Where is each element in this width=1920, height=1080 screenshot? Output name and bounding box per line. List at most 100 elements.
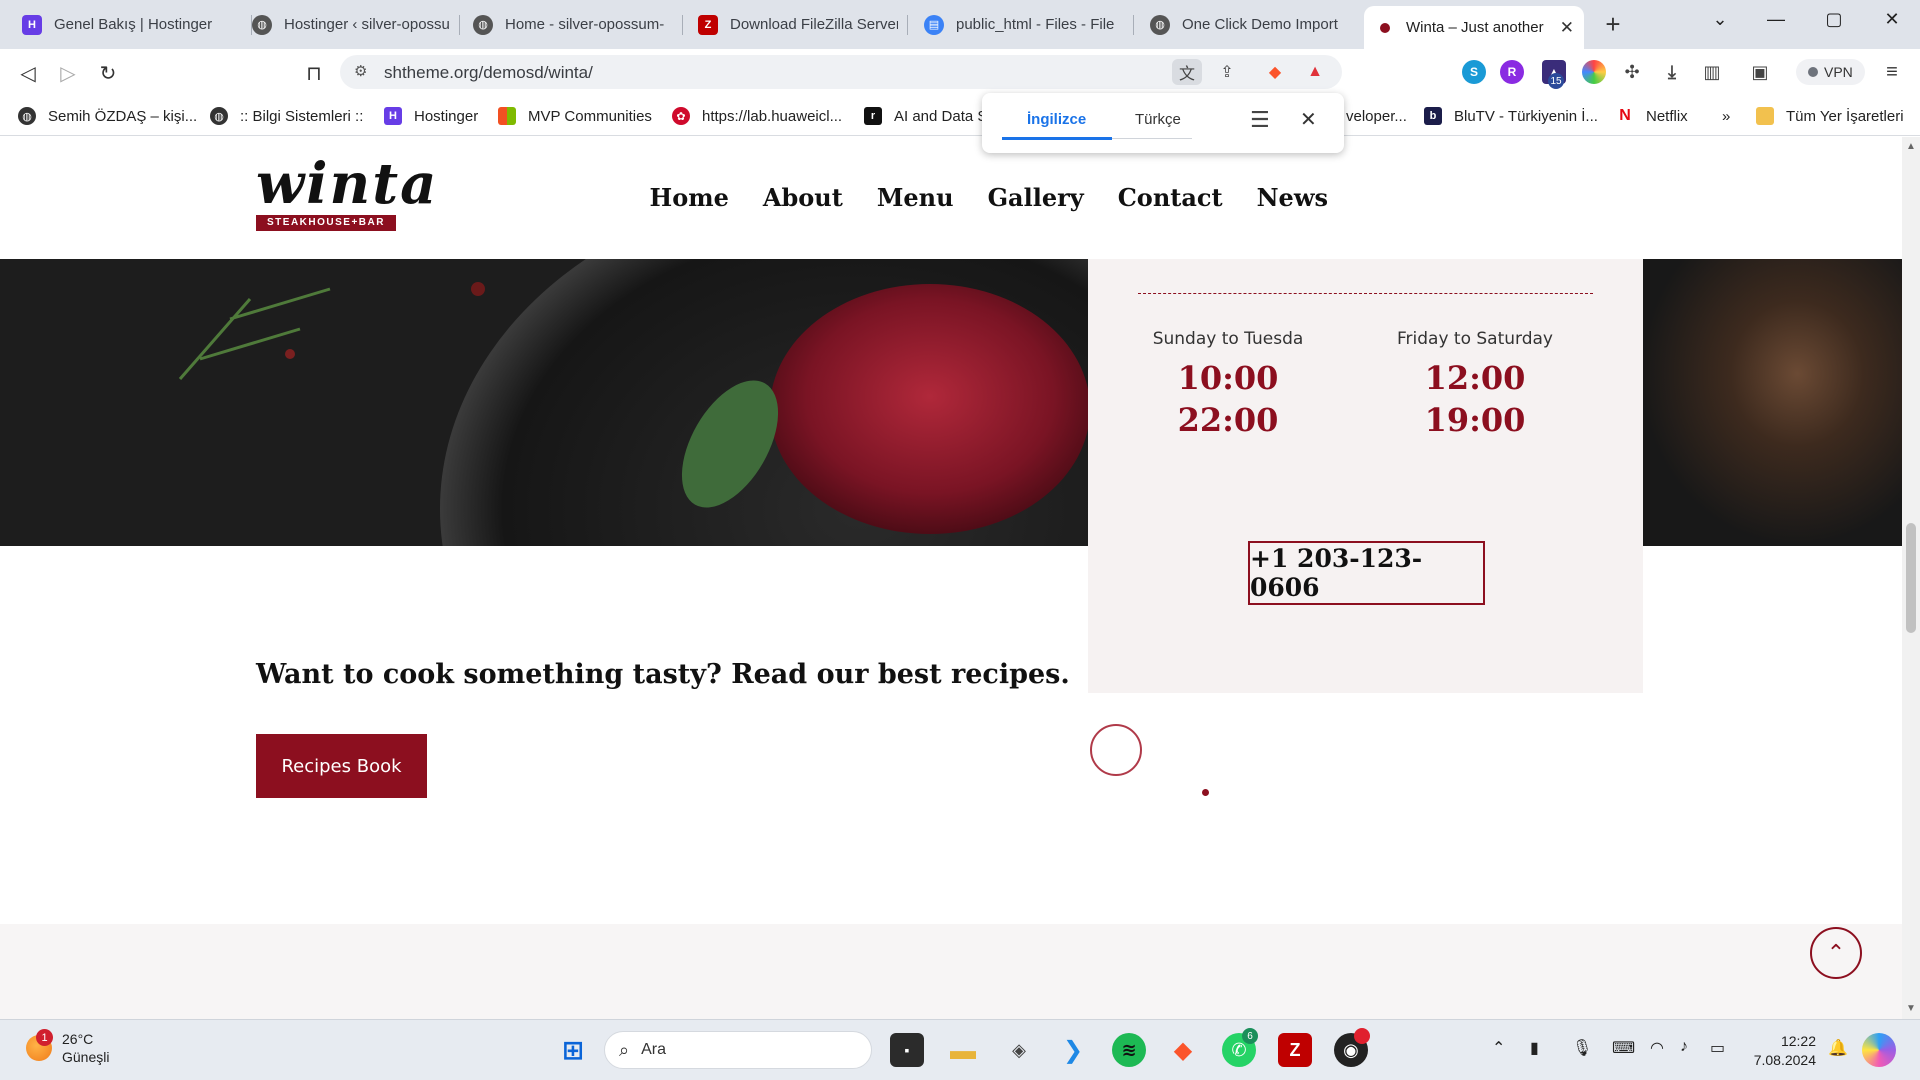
tab-winta[interactable]: Winta – Just another ✕: [1364, 6, 1584, 49]
nav-menu[interactable]: Menu: [877, 183, 954, 212]
url-text[interactable]: shtheme.org/demosd/winta/: [384, 63, 593, 83]
page-scrollbar[interactable]: ▲ ▼: [1902, 137, 1920, 1019]
keyboard-icon[interactable]: ⌨: [1612, 1038, 1635, 1058]
maximize-button[interactable]: ▢: [1814, 8, 1854, 30]
bookmark-item[interactable]: ◍ Semih ÖZDAŞ – kişi...: [18, 104, 197, 128]
bookmark-item[interactable]: H Hostinger: [384, 104, 478, 128]
close-tab-icon[interactable]: ✕: [1560, 18, 1574, 38]
sidebar-icon[interactable]: ▥: [1700, 60, 1724, 84]
windows-start-icon[interactable]: ⊞: [556, 1033, 590, 1067]
clock-date: 7.08.2024: [1753, 1052, 1816, 1068]
forward-icon[interactable]: ▷: [54, 59, 82, 87]
tab-search-button[interactable]: ⌄: [1700, 8, 1740, 30]
tab-hostinger-silver[interactable]: ◍ Hostinger ‹ silver-opossu: [242, 6, 460, 43]
notifications-icon[interactable]: 🔔: [1828, 1038, 1848, 1058]
menu-icon[interactable]: ≡: [1880, 60, 1904, 84]
bookmark-item[interactable]: ✿ https://lab.huaweicl...: [672, 104, 842, 128]
language-option-target[interactable]: Türkçe: [1135, 111, 1181, 128]
scroll-to-top-button[interactable]: ⌃: [1810, 927, 1862, 979]
search-placeholder: Ara: [641, 1041, 666, 1058]
notification-badge: 1: [36, 1029, 53, 1046]
all-bookmarks-folder[interactable]: Tüm Yer İşaretleri: [1756, 104, 1904, 128]
hostinger-icon: H: [22, 14, 42, 35]
scrollbar-thumb[interactable]: [1906, 523, 1916, 633]
microphone-icon[interactable]: 🎙: [1572, 1038, 1592, 1058]
close-icon[interactable]: ✕: [1300, 107, 1317, 132]
spotify-icon[interactable]: ≋: [1112, 1033, 1146, 1067]
weather-widget[interactable]: 1 26°C Güneşli: [26, 1029, 109, 1066]
scroll-up-arrow-icon[interactable]: ▲: [1906, 141, 1916, 152]
translate-icon[interactable]: 文: [1172, 59, 1202, 85]
folder-icon: [1756, 107, 1774, 125]
hours-column: Friday to Saturday 12:00 19:00: [1365, 329, 1585, 441]
wallet-icon[interactable]: ▣: [1748, 60, 1772, 84]
scroll-down-arrow-icon[interactable]: ▼: [1906, 1003, 1916, 1014]
volume-icon[interactable]: ♪: [1680, 1038, 1688, 1056]
tab-hostinger-overview[interactable]: H Genel Bakış | Hostinger: [12, 6, 252, 43]
brave-icon[interactable]: ◆: [1166, 1033, 1200, 1067]
microsoft-icon: [498, 107, 516, 125]
tab-home-silver[interactable]: ◍ Home - silver-opossum-: [463, 6, 683, 43]
nav-news[interactable]: News: [1257, 183, 1328, 212]
vpn-label: VPN: [1824, 64, 1853, 80]
reload-icon[interactable]: ↻: [94, 59, 122, 87]
browser-tab-strip: H Genel Bakış | Hostinger ◍ Hostinger ‹ …: [0, 0, 1920, 49]
language-option-source[interactable]: İngilizce: [1027, 111, 1086, 128]
bookmark-item[interactable]: b BluTV - Türkiyenin İ...: [1424, 104, 1598, 128]
vpn-button[interactable]: VPN: [1796, 59, 1865, 85]
minimize-button[interactable]: —: [1756, 8, 1796, 30]
tab-label: Hostinger ‹ silver-opossu: [284, 16, 450, 33]
extension-icon[interactable]: S: [1462, 60, 1486, 84]
site-logo[interactable]: winta STEAKHOUSE+BAR: [256, 155, 436, 231]
tab-filezilla-download[interactable]: Z Download FileZilla Server: [688, 6, 908, 43]
bookmark-item[interactable]: N Netflix: [1616, 104, 1687, 128]
brave-rewards-icon[interactable]: ▲: [1300, 59, 1330, 85]
tab-demo-import[interactable]: ◍ One Click Demo Import: [1140, 6, 1360, 43]
file-explorer-icon[interactable]: ▬: [946, 1033, 980, 1067]
extension-icon[interactable]: R: [1500, 60, 1524, 84]
vscode-icon[interactable]: ❯: [1056, 1033, 1090, 1067]
bookmark-label: BluTV - Türkiyenin İ...: [1454, 107, 1598, 125]
bookmarks-bar: ◍ Semih ÖZDAŞ – kişi... ◍:: Bilgi Sisteml…: [0, 96, 1920, 136]
nav-home[interactable]: Home: [650, 183, 729, 212]
bookmark-label: https://lab.huaweicl...: [702, 107, 843, 125]
footer-band: [0, 924, 1902, 1019]
color-extension-icon[interactable]: [1582, 60, 1606, 84]
copilot-icon[interactable]: [1862, 1033, 1896, 1067]
close-window-button[interactable]: ✕: [1872, 8, 1912, 30]
bookmark-item[interactable]: r AI and Data S: [864, 104, 987, 128]
brave-shield-icon[interactable]: ◆: [1260, 59, 1290, 85]
taskbar-search[interactable]: ⌕ Ara: [604, 1031, 872, 1069]
new-tab-button[interactable]: +: [1598, 10, 1628, 38]
address-bar[interactable]: ⚙ shtheme.org/demosd/winta/ 文 ⇪ ◆ ▲: [340, 55, 1342, 89]
tab-public-html[interactable]: ▤ public_html - Files - File: [914, 6, 1134, 43]
bookmark-label: Semih ÖZDAŞ – kişi...: [48, 107, 198, 125]
chevron-up-icon[interactable]: ⌃: [1492, 1038, 1505, 1058]
nav-gallery[interactable]: Gallery: [988, 183, 1084, 212]
wifi-icon[interactable]: ◠: [1650, 1038, 1664, 1058]
bookmark-icon[interactable]: ⊓: [300, 59, 328, 87]
phone-button[interactable]: +1 203-123-0606: [1248, 541, 1485, 605]
filezilla-icon[interactable]: Z: [1278, 1033, 1312, 1067]
download-icon[interactable]: ⤓: [1660, 60, 1684, 84]
nav-contact[interactable]: Contact: [1118, 183, 1223, 212]
site-info-icon[interactable]: ⚙: [354, 62, 367, 80]
tab-label: Download FileZilla Server: [730, 16, 898, 33]
back-icon[interactable]: ◁: [14, 59, 42, 87]
bookmark-item[interactable]: veloper...: [1346, 104, 1407, 128]
recipes-book-button[interactable]: Recipes Book: [256, 734, 427, 798]
task-view-icon[interactable]: ▪: [890, 1033, 924, 1067]
system-clock[interactable]: 12:22 7.08.2024: [1748, 1032, 1816, 1070]
bookmark-item[interactable]: MVP Communities: [498, 104, 652, 128]
battery-icon[interactable]: ▭: [1710, 1038, 1725, 1058]
bookmark-item[interactable]: ◍:: Bilgi Sistemleri ::: [210, 104, 363, 128]
app-tray-icon[interactable]: ▮: [1530, 1038, 1539, 1058]
menu-lines-icon[interactable]: ☰: [1250, 107, 1270, 133]
nav-about[interactable]: About: [763, 183, 843, 212]
share-icon[interactable]: ⇪: [1212, 59, 1242, 85]
globe-icon: ◍: [473, 14, 493, 35]
extensions-puzzle-icon[interactable]: ✣: [1620, 60, 1644, 84]
bookmarks-overflow-button[interactable]: »: [1722, 104, 1730, 128]
unity-icon[interactable]: ◈: [1002, 1033, 1036, 1067]
active-language-indicator: [1002, 137, 1112, 140]
